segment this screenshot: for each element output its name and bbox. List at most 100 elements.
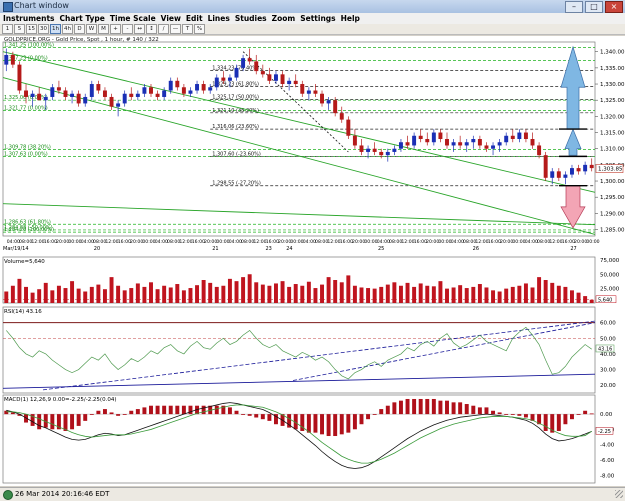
macd-histogram-bar xyxy=(168,405,173,415)
time-tick-label: 12:00 xyxy=(105,239,118,245)
macd-histogram-bar xyxy=(313,414,318,433)
candle-body xyxy=(438,132,443,139)
menu-time-scale[interactable]: Time Scale xyxy=(110,13,156,24)
volume-bar xyxy=(63,288,68,303)
volume-bar xyxy=(484,287,489,303)
macd-histogram-bar xyxy=(359,414,364,425)
toolbar-button-9[interactable]: + xyxy=(110,24,121,34)
menu-view[interactable]: View xyxy=(161,13,181,24)
volume-bar xyxy=(195,285,200,303)
price-tick-label: 1,290.00 xyxy=(600,211,625,217)
volume-bar xyxy=(445,288,449,303)
volume-bar xyxy=(274,283,278,303)
macd-histogram-bar xyxy=(412,398,417,415)
candle-body xyxy=(37,93,42,101)
macd-histogram-bar xyxy=(563,414,568,425)
toolbar-button-12[interactable]: ↕ xyxy=(146,24,157,34)
volume-bar xyxy=(17,278,22,303)
date-label: 25 xyxy=(378,246,384,252)
candle-body xyxy=(227,77,232,81)
macd-histogram-bar xyxy=(201,405,206,415)
time-tick-label: 16:00 xyxy=(266,239,279,245)
candle-body xyxy=(359,145,364,152)
toolbar-button-15[interactable]: T xyxy=(182,24,193,34)
volume-bar xyxy=(537,277,542,303)
time-tick-label: 04:00 xyxy=(303,239,316,245)
price-tick-label: 1,335.00 xyxy=(600,66,625,72)
toolbar-button-11[interactable]: ↔ xyxy=(134,24,145,34)
menu-zoom[interactable]: Zoom xyxy=(272,13,296,24)
candle-body xyxy=(70,93,75,97)
candle-body xyxy=(4,54,9,65)
date-label: 23 xyxy=(265,246,271,252)
volume-bar xyxy=(89,286,94,303)
candle-body xyxy=(464,142,469,146)
rsi-last-label: 43.16 xyxy=(598,346,612,352)
time-tick-label: 16:00 xyxy=(488,239,501,245)
macd-histogram-bar xyxy=(234,410,239,415)
menu-settings[interactable]: Settings xyxy=(300,13,335,24)
toolbar-button-16[interactable]: % xyxy=(194,24,205,34)
macd-histogram-bar xyxy=(405,398,410,415)
menu-instruments[interactable]: Instruments xyxy=(3,13,55,24)
menu-edit[interactable]: Edit xyxy=(186,13,203,24)
toolbar-button-3[interactable]: 30 xyxy=(38,24,49,34)
toolbar-button-7[interactable]: W xyxy=(86,24,97,34)
macd-histogram-bar xyxy=(497,412,502,415)
fibonacci-label: 1,284.20 (100.00%) xyxy=(4,227,54,233)
resize-grip-icon[interactable] xyxy=(615,490,623,498)
price-tick-label: 1,325.00 xyxy=(600,98,625,104)
candle-body xyxy=(168,80,173,91)
time-tick-label: 16:00 xyxy=(340,239,353,245)
toolbar-button-13[interactable]: / xyxy=(158,24,169,34)
candle-body xyxy=(372,148,377,152)
macd-histogram-bar xyxy=(214,405,219,415)
toolbar-button-8[interactable]: M xyxy=(98,24,109,34)
volume-bar xyxy=(379,286,384,303)
time-tick-label: 04:00 xyxy=(377,239,390,245)
volume-bar xyxy=(504,288,509,303)
time-tick-label: 12:00 xyxy=(327,239,340,245)
volume-bar xyxy=(510,286,515,303)
macd-histogram-bar xyxy=(227,407,232,415)
toolbar-button-10[interactable]: - xyxy=(122,24,133,34)
macd-histogram-bar xyxy=(181,405,186,415)
toolbar-button-4[interactable]: 1h xyxy=(50,24,61,34)
candle-body xyxy=(458,142,463,146)
maximize-button[interactable]: □ xyxy=(585,1,603,13)
candle-body xyxy=(385,151,390,156)
menu-chart-type[interactable]: Chart Type xyxy=(60,13,105,24)
macd-histogram-bar xyxy=(379,409,384,415)
volume-bar xyxy=(4,291,9,303)
volume-bar xyxy=(135,283,140,303)
macd-histogram-bar xyxy=(576,414,581,415)
minimize-button[interactable]: – xyxy=(565,1,583,13)
volume-bar xyxy=(523,283,528,303)
volume-bar xyxy=(142,286,147,303)
macd-histogram-bar xyxy=(50,414,55,430)
close-button[interactable]: × xyxy=(605,1,623,13)
toolbar-button-14[interactable]: — xyxy=(170,24,181,34)
menu-lines[interactable]: Lines xyxy=(208,13,230,24)
chart-area[interactable]: 1,340.00 1,335.00 1,330.00 1,325.00 1,320.00… xyxy=(0,36,625,486)
volume-bar xyxy=(412,286,417,303)
candle-body xyxy=(379,151,384,156)
macd-histogram-bar xyxy=(135,409,140,415)
candle-body xyxy=(583,164,588,172)
menu-studies[interactable]: Studies xyxy=(235,13,267,24)
time-tick-label: 20:00 xyxy=(352,239,365,245)
toolbar-button-2[interactable]: 15 xyxy=(26,24,37,34)
toolbar-button-6[interactable]: D xyxy=(74,24,85,34)
fibonacci-label: 1,316.06 (23.60%) xyxy=(212,124,259,130)
volume-bar xyxy=(122,290,127,303)
candle-body xyxy=(241,58,246,68)
toolbar-button-1[interactable]: 5 xyxy=(14,24,25,34)
volume-bar xyxy=(247,274,252,303)
volume-bar xyxy=(346,275,351,303)
menu-help[interactable]: Help xyxy=(341,13,360,24)
candle-body xyxy=(155,93,160,97)
toolbar-button-5[interactable]: 4h xyxy=(62,24,73,34)
toolbar-button-0[interactable]: 1 xyxy=(2,24,13,34)
macd-histogram-bar xyxy=(523,414,528,418)
time-tick-label: 08:00 xyxy=(389,239,402,245)
